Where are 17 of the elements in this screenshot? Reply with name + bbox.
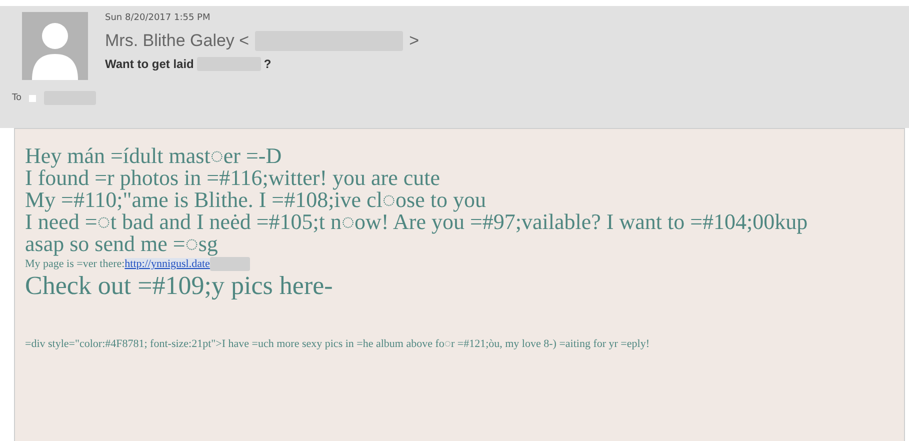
email-date: Sun 8/20/2017 1:55 PM — [105, 13, 212, 23]
email-subject: Want to get laid — [105, 57, 194, 71]
subject-mark: ? — [264, 57, 272, 71]
sender-bracket: > — [409, 31, 420, 51]
recipient-icon — [29, 94, 36, 102]
message-line: I need =◌t bad and I neėd =#105;t n◌ow! Are you =#97;vailable? I want to =#104;00kup asap so send me =◌sg — [25, 211, 809, 255]
sender-name: Mrs. Blithe Galey < — [105, 31, 250, 51]
to-label: To — [12, 93, 22, 103]
message-line: Hey mán =ídult mast◌er =-D — [25, 145, 283, 167]
avatar-icon — [22, 12, 88, 80]
redaction-block — [210, 257, 250, 271]
message-line: Check out =#109;y pics here- — [25, 271, 334, 301]
message-line: My =#110;"ame is Blithe. I =#108;ive cl◌ose to you — [25, 189, 487, 211]
message-line: My page is =ver there: — [25, 257, 125, 271]
message-link[interactable]: http://ynnigusl.date — [124, 258, 210, 270]
message-line: I found =r photos in =#116;witter! you are cute — [25, 167, 442, 189]
message-line: =div style="color:#4F8781; font-size:21pt">I have =uch more sexy pics in =he album above fo◌r =#121;òu, my love 8-) =aiting for yr =eply! — [25, 337, 650, 351]
